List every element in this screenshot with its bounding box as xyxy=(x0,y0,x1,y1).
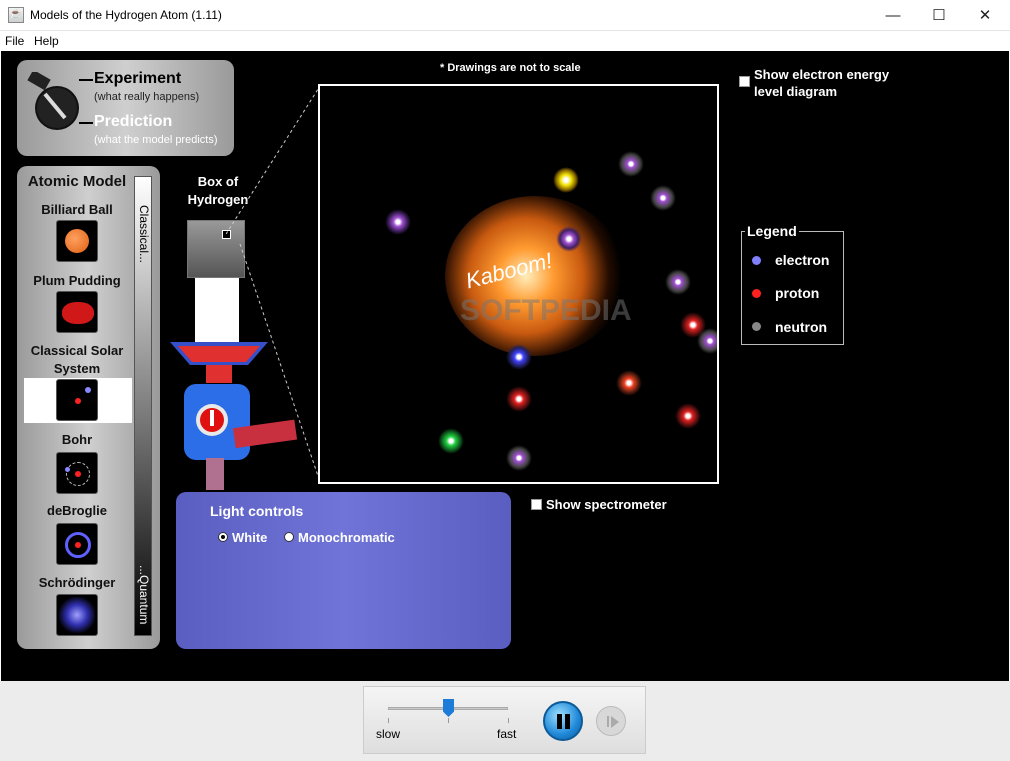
photon-particle xyxy=(556,226,582,252)
step-icon-arrow xyxy=(611,716,619,728)
java-icon: ☕ xyxy=(8,7,24,23)
schrodinger-cloud-icon xyxy=(59,597,95,633)
classical-quantum-scale: Classical... ...Quantum xyxy=(134,176,152,636)
light-controls-title: Light controls xyxy=(210,503,304,519)
menu-file[interactable]: File xyxy=(5,34,24,48)
power-button-icon[interactable] xyxy=(198,404,226,432)
zoom-lines xyxy=(226,85,321,483)
prediction-subtitle: (what the model predicts) xyxy=(94,134,218,146)
photon-particle xyxy=(385,209,411,235)
plum-pudding-icon xyxy=(62,302,94,324)
legend-electron-label: electron xyxy=(775,252,830,268)
model-label-bohr: Bohr xyxy=(61,432,93,447)
light-controls-panel: Light controls White Monochromatic xyxy=(176,492,511,649)
legend-title: Legend xyxy=(745,223,799,239)
slider-tick xyxy=(508,718,509,723)
speed-fast-label: fast xyxy=(497,727,517,741)
pause-icon-bar xyxy=(565,714,570,729)
photon-particle xyxy=(697,328,717,354)
legend-neutron-label: neutron xyxy=(775,319,828,335)
step-button[interactable] xyxy=(596,706,626,736)
not-to-scale-note: * Drawings are not to scale xyxy=(440,62,581,74)
electron-legend-icon xyxy=(752,256,761,265)
minimize-button[interactable]: — xyxy=(870,0,916,31)
photon-particle xyxy=(616,370,642,396)
menu-help[interactable]: Help xyxy=(34,34,59,48)
model-label-plum: Plum Pudding xyxy=(33,273,121,288)
maximize-button[interactable]: ☐ xyxy=(916,0,962,31)
photon-particle xyxy=(553,167,579,193)
billiard-ball-icon xyxy=(65,229,89,253)
mode-switch-icon[interactable] xyxy=(25,72,89,136)
slider-tick xyxy=(388,718,389,723)
spectrometer-checkbox[interactable] xyxy=(531,499,542,510)
step-icon xyxy=(607,716,609,727)
neutron-legend-icon xyxy=(752,322,761,331)
slider-tick xyxy=(448,718,449,723)
monochromatic-radio[interactable] xyxy=(284,532,294,542)
model-label-debroglie: deBroglie xyxy=(47,503,107,518)
radio-selected-dot xyxy=(221,535,225,539)
billiard-ball-button[interactable] xyxy=(56,220,98,262)
monochromatic-label: Monochromatic xyxy=(298,530,395,545)
prediction-option[interactable]: Prediction xyxy=(94,113,172,131)
white-light-label: White xyxy=(232,530,268,545)
solar-nucleus-icon xyxy=(75,398,81,404)
photon-particle xyxy=(618,151,644,177)
photon-particle xyxy=(506,445,532,471)
white-light-radio[interactable] xyxy=(218,532,228,542)
photon-particle xyxy=(650,185,676,211)
scale-classical-label: Classical... xyxy=(137,205,151,264)
photon-particle xyxy=(675,403,701,429)
menu-bar: File Help xyxy=(0,31,1010,51)
softpedia-watermark: SOFTPEDIA xyxy=(460,294,632,327)
pause-button[interactable] xyxy=(543,701,583,741)
title-bar: ☕ Models of the Hydrogen Atom (1.11) — ☐… xyxy=(0,0,1010,31)
energy-diagram-checkbox[interactable] xyxy=(739,76,750,87)
window-title: Models of the Hydrogen Atom (1.11) xyxy=(30,8,222,22)
solar-electron-icon xyxy=(85,387,91,393)
scale-quantum-label: ...Quantum xyxy=(137,565,151,625)
experiment-subtitle: (what really happens) xyxy=(94,91,200,103)
bohr-electron-icon xyxy=(65,467,70,472)
pause-icon xyxy=(557,714,562,729)
schrodinger-button[interactable] xyxy=(56,594,98,636)
proton-legend-icon xyxy=(752,289,761,298)
photon-particle xyxy=(665,269,691,295)
photon-particle xyxy=(506,386,532,412)
model-label-billiard: Billiard Ball xyxy=(41,202,113,217)
atom-view-box: Kaboom! SOFTPEDIA xyxy=(318,84,719,484)
energy-diagram-label: Show electron energy level diagram xyxy=(754,67,890,99)
mode-panel: Experiment (what really happens) Predict… xyxy=(17,60,234,156)
debroglie-button[interactable] xyxy=(56,523,98,565)
bohr-nucleus-icon xyxy=(75,471,81,477)
plum-pudding-button[interactable] xyxy=(56,291,98,333)
atomic-model-title: Atomic Model xyxy=(27,173,127,190)
speed-slow-label: slow xyxy=(376,727,401,741)
spectrometer-label: Show spectrometer xyxy=(546,497,667,512)
atomic-model-panel: Atomic Model Billiard Ball Plum Pudding … xyxy=(17,166,160,649)
bohr-button[interactable] xyxy=(56,452,98,494)
debroglie-nucleus-icon xyxy=(75,542,81,548)
photon-particle xyxy=(438,428,464,454)
experiment-option[interactable]: Experiment xyxy=(94,70,181,88)
model-label-classical: Classical Solar System xyxy=(30,343,124,376)
legend-proton-label: proton xyxy=(775,285,820,301)
model-label-schrodinger: Schrödinger xyxy=(38,575,116,590)
photon-particle xyxy=(506,344,532,370)
classical-solar-system-button[interactable] xyxy=(56,379,98,421)
close-button[interactable]: ✕ xyxy=(962,0,1008,31)
